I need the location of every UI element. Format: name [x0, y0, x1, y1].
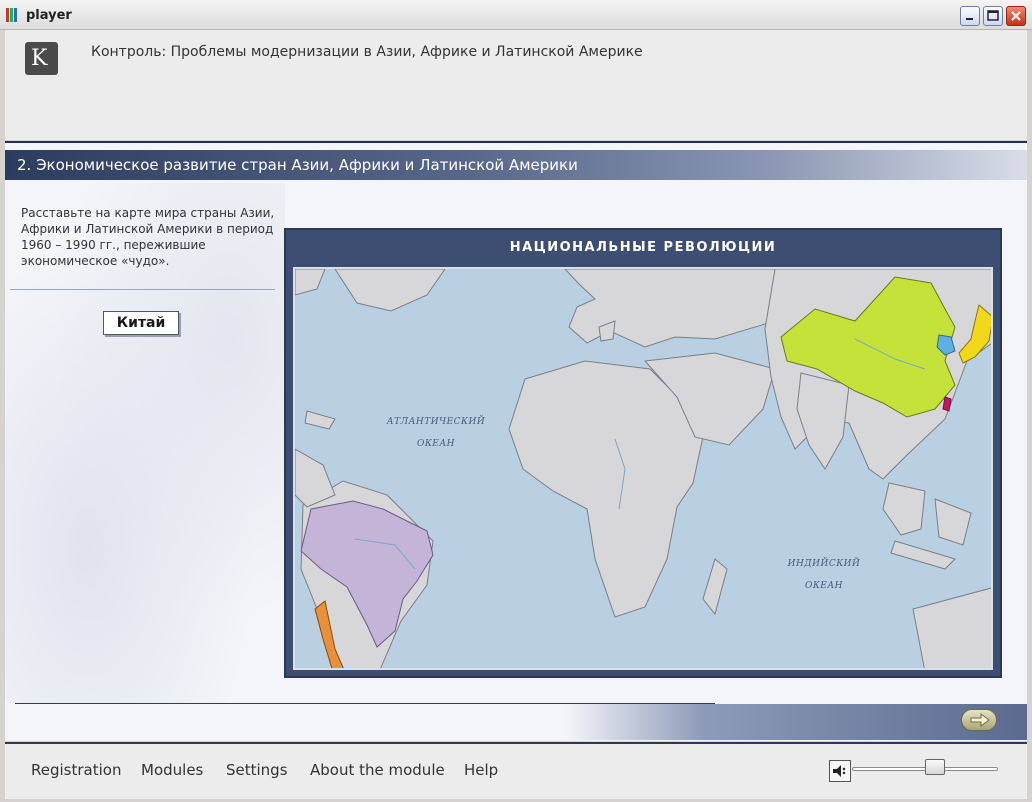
menu-modules[interactable]: Modules — [141, 761, 203, 779]
task-instruction: Расставьте на карте мира страны Азии, Аф… — [21, 206, 275, 268]
atlantic-label-line2: ОКЕАН — [416, 439, 456, 449]
menu-registration[interactable]: Registration — [31, 761, 121, 779]
section-header: 2. Экономическое развитие стран Азии, Аф… — [5, 150, 1027, 180]
country-china-draggable[interactable]: Китай — [103, 311, 179, 335]
world-map[interactable]: АТЛАНТИЧЕСКИЙ ОКЕАН ИНДИЙСКИЙ ОКЕАН — [293, 267, 993, 670]
atlantic-ocean-label: АТЛАНТИЧЕСКИЙ ОКЕАН — [381, 411, 491, 455]
taiwan-region — [942, 396, 952, 412]
maximize-button[interactable] — [983, 6, 1003, 26]
player-icon — [6, 8, 20, 22]
window-titlebar[interactable]: player — [0, 0, 1032, 30]
logo-letter: K — [31, 46, 48, 71]
section-title: 2. Экономическое развитие стран Азии, Аф… — [17, 156, 578, 174]
window-title: player — [26, 8, 72, 23]
close-icon — [1011, 11, 1021, 21]
indian-ocean-label: ИНДИЙСКИЙ ОКЕАН — [779, 553, 869, 597]
sound-button[interactable] — [829, 760, 851, 782]
map-title: НАЦИОНАЛЬНЫЕ РЕВОЛЮЦИИ — [509, 240, 777, 255]
minimize-icon — [966, 18, 973, 20]
lesson-content: 2. Экономическое развитие стран Азии, Аф… — [5, 141, 1027, 741]
divider — [10, 289, 275, 290]
close-button[interactable] — [1006, 6, 1026, 26]
map-panel: НАЦИОНАЛЬНЫЕ РЕВОЛЮЦИИ АТЛАНТИЧЕСКИЙ ОКЕ… — [284, 228, 1002, 678]
menu-help[interactable]: Help — [464, 761, 498, 779]
map-drawing — [295, 269, 991, 668]
app-logo: K — [25, 42, 58, 75]
speaker-icon — [833, 765, 846, 777]
menu-about-module[interactable]: About the module — [310, 761, 445, 779]
minimize-button[interactable] — [960, 6, 980, 26]
next-button[interactable] — [961, 709, 997, 731]
volume-slider-thumb[interactable] — [925, 759, 945, 775]
navigation-strip — [565, 704, 1027, 740]
maximize-icon — [987, 10, 999, 21]
indian-label-line1: ИНДИЙСКИЙ — [787, 559, 861, 569]
arrow-right-icon — [970, 713, 990, 727]
course-header: K Контроль: Проблемы модернизации в Азии… — [5, 30, 1027, 140]
atlantic-label-line1: АТЛАНТИЧЕСКИЙ — [386, 417, 486, 427]
menu-settings[interactable]: Settings — [226, 761, 288, 779]
course-title: Контроль: Проблемы модернизации в Азии, … — [91, 44, 643, 60]
indian-label-line2: ОКЕАН — [804, 581, 844, 591]
